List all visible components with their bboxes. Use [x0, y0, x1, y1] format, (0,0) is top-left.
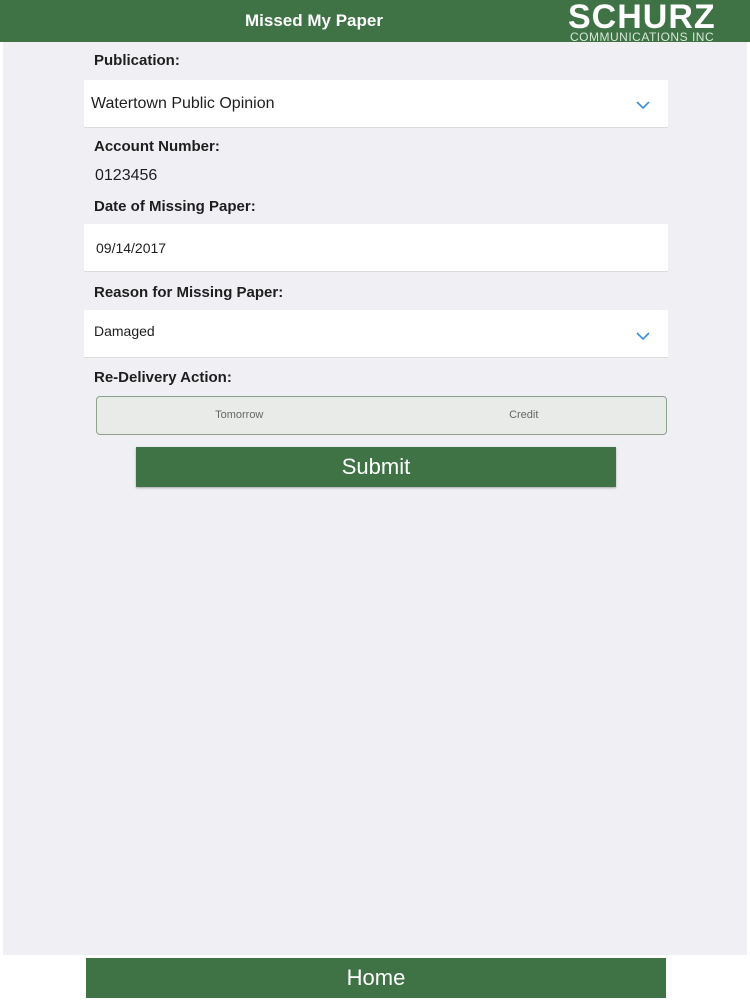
- redelivery-option-tomorrow[interactable]: Tomorrow: [97, 397, 382, 434]
- date-field[interactable]: 09/14/2017: [84, 224, 668, 272]
- logo-subtitle: COMMUNICATIONS INC: [570, 30, 715, 42]
- chevron-down-icon: [636, 332, 650, 341]
- date-value: 09/14/2017: [96, 240, 167, 256]
- page-title: Missed My Paper: [245, 11, 383, 30]
- redelivery-segmented-control: Tomorrow Credit: [96, 396, 667, 435]
- home-button[interactable]: Home: [86, 958, 666, 998]
- reason-value: Damaged: [94, 323, 155, 339]
- publication-value: Watertown Public Opinion: [91, 95, 275, 112]
- submit-button[interactable]: Submit: [136, 447, 616, 487]
- chevron-down-icon: [636, 101, 650, 110]
- left-frame-border: [0, 0, 3, 1000]
- account-number-value: 0123456: [95, 167, 158, 184]
- publication-select[interactable]: Watertown Public Opinion: [84, 80, 668, 128]
- redelivery-label: Re-Delivery Action:: [94, 369, 232, 386]
- app-header: Missed My Paper SCHURZ COMMUNICATIONS IN…: [0, 0, 750, 42]
- redelivery-option-credit[interactable]: Credit: [382, 397, 667, 434]
- reason-label: Reason for Missing Paper:: [94, 284, 284, 301]
- publication-label: Publication:: [94, 52, 180, 69]
- schurz-logo: SCHURZ COMMUNICATIONS INC: [568, 0, 750, 42]
- date-label: Date of Missing Paper:: [94, 198, 256, 215]
- account-number-label: Account Number:: [94, 138, 220, 155]
- reason-select[interactable]: Damaged: [84, 310, 668, 358]
